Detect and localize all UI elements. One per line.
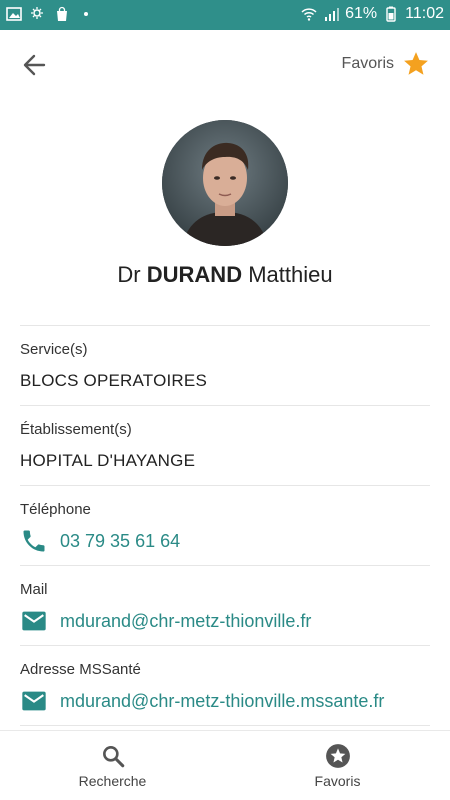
search-icon	[102, 745, 124, 767]
divider	[20, 485, 430, 486]
name-last: DURAND	[146, 262, 243, 287]
mss-value: mdurand@chr-metz-thionville.mssante.fr	[60, 690, 385, 711]
gallery-icon	[6, 7, 22, 21]
shopping-bag-icon	[57, 6, 67, 21]
bottom-navigation: Recherche Favoris	[0, 730, 450, 800]
service-value: BLOCS OPERATOIRES	[20, 371, 207, 390]
phone-label: Téléphone	[20, 501, 91, 518]
service-label: Service(s)	[20, 341, 88, 358]
battery-percent: 61%	[345, 5, 378, 22]
name-first: Matthieu	[248, 262, 333, 287]
wifi-icon	[301, 8, 317, 21]
nav-favorites-label: Favoris	[314, 772, 361, 789]
establishment-value: HOPITAL D'HAYANGE	[20, 451, 196, 470]
phone-link[interactable]: 03 79 35 61 64	[20, 527, 180, 555]
notification-dot	[84, 12, 88, 16]
divider	[20, 645, 430, 646]
favorite-toggle[interactable]: Favoris	[342, 50, 430, 78]
star-icon	[404, 52, 428, 75]
mail-label: Mail	[20, 581, 48, 598]
mail-value: mdurand@chr-metz-thionville.fr	[60, 610, 312, 631]
profile-photo	[162, 120, 288, 246]
nav-favorites[interactable]: Favoris	[225, 731, 450, 800]
back-button[interactable]	[18, 50, 52, 80]
divider	[20, 725, 430, 726]
arrow-left-icon	[23, 54, 46, 76]
weather-icon	[31, 7, 43, 19]
clock: 11:02	[405, 5, 444, 22]
doctor-name: Dr DURAND Matthieu	[0, 262, 450, 288]
name-title: Dr	[117, 262, 141, 287]
nav-search-label: Recherche	[78, 772, 147, 789]
mail-link[interactable]: mdurand@chr-metz-thionville.fr	[20, 607, 311, 635]
top-bar: Favoris	[0, 30, 450, 100]
status-bar: 61% 11:02	[0, 0, 450, 30]
star-circle-icon	[325, 743, 350, 768]
phone-icon	[23, 530, 45, 552]
signal-icon	[325, 8, 340, 21]
divider	[20, 325, 430, 326]
mail-icon	[22, 611, 46, 631]
mss-label: Adresse MSSanté	[20, 661, 141, 678]
phone-value: 03 79 35 61 64	[60, 530, 181, 551]
divider	[20, 405, 430, 406]
nav-search[interactable]: Recherche	[0, 731, 225, 800]
establishment-label: Établissement(s)	[20, 421, 132, 438]
avatar	[162, 120, 288, 246]
battery-icon	[386, 6, 396, 22]
mail-icon	[22, 691, 46, 711]
favorites-label: Favoris	[341, 55, 394, 72]
divider	[20, 565, 430, 566]
mss-link[interactable]: mdurand@chr-metz-thionville.mssante.fr	[20, 687, 384, 715]
